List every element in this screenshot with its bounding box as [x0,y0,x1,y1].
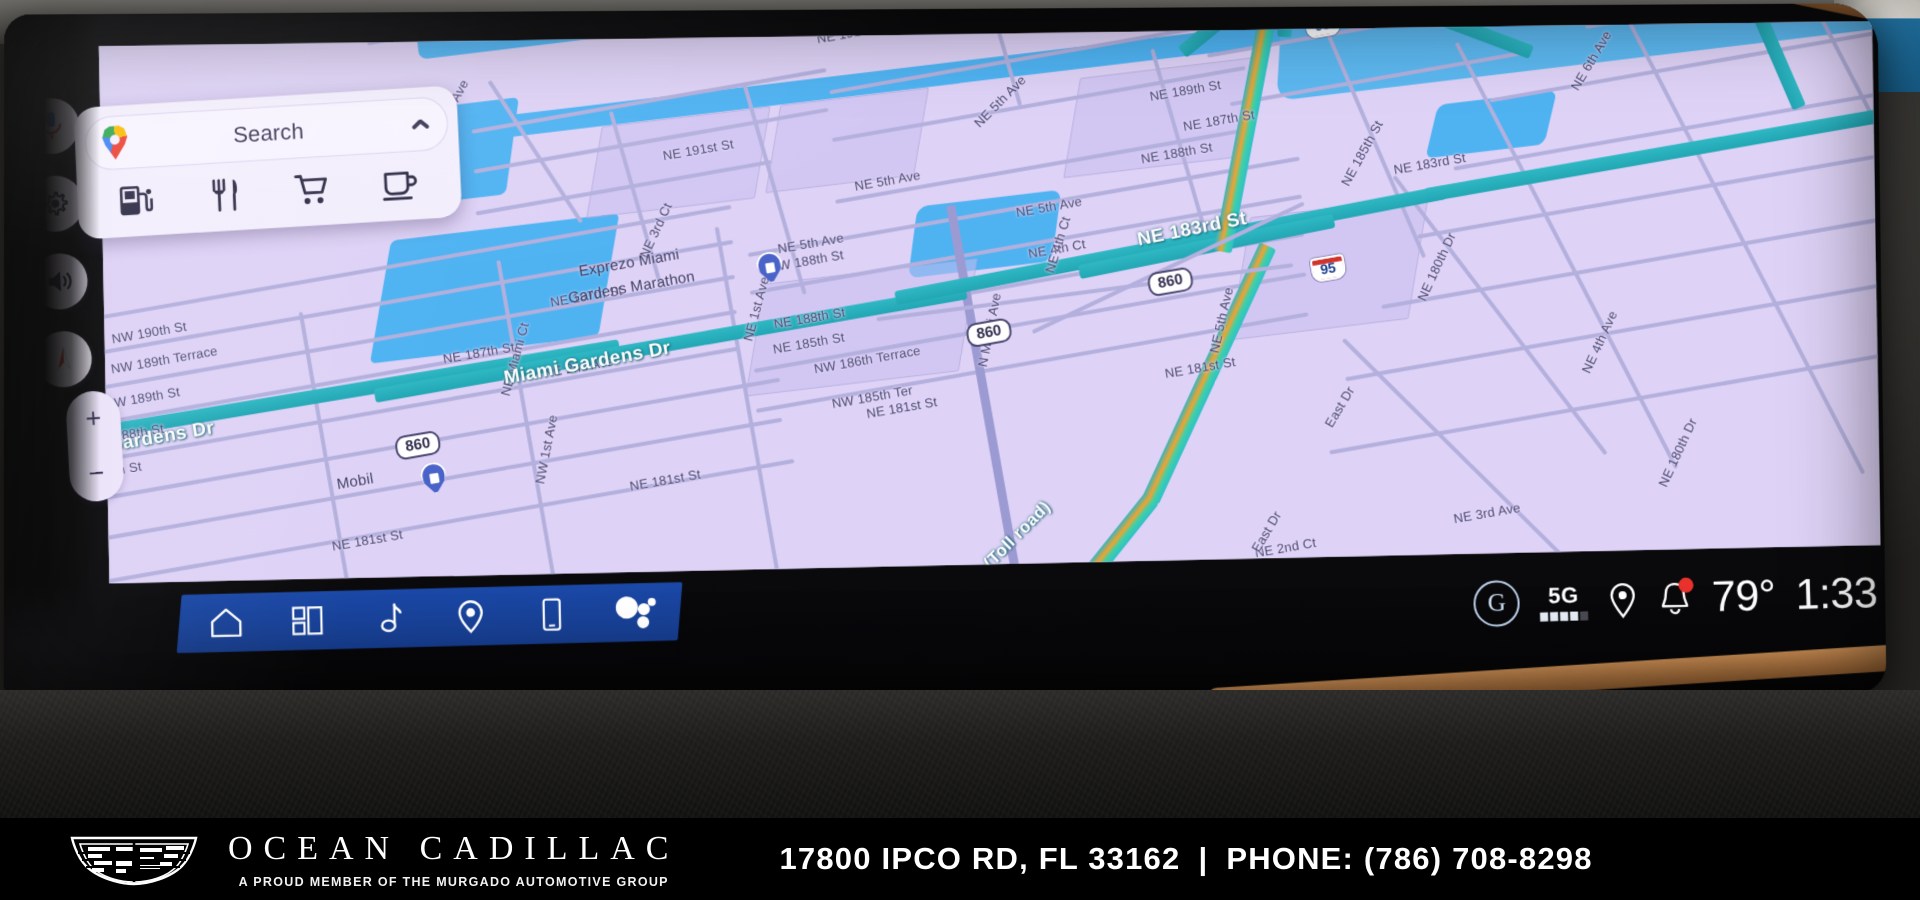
search-placeholder: Search [232,118,305,148]
signal-strength-bars [1539,610,1589,622]
signal-bar [1569,611,1579,621]
map-street-label: NE 180th Dr [1655,415,1700,490]
route-shield-860[interactable]: 860 [394,430,442,462]
gas-poi-pin[interactable] [419,460,450,496]
dealer-name: OCEAN CADILLAC [228,829,680,867]
compass-button[interactable] [34,329,94,389]
navigation-dock[interactable] [176,582,683,654]
google-assistant-icon [615,596,656,629]
location-pin-icon [449,595,492,638]
compass-icon [58,347,71,370]
coffee-cup-icon[interactable] [380,165,422,205]
ambient-indicator [0,600,22,626]
dock-item-apps[interactable] [286,599,329,642]
zoom-out-button[interactable]: − [88,458,105,489]
map-street-label: NE 181st St [628,466,702,494]
status-bar[interactable]: G 5G 79° 1:33 [1472,568,1886,629]
network-indicator: 5G [1539,581,1589,622]
network-type-label: 5G [1547,581,1579,608]
cadillac-crest-icon [68,832,200,886]
infotainment-screen-bezel: NE 194th St NE 191st St NE 191st Terrace… [3,3,1887,705]
gear-icon [44,191,68,216]
map-toll-road-label: I-95 Express (Toll road) [901,497,1055,584]
home-icon [205,601,248,644]
map-street-label: NE 191st St [815,21,889,47]
map-street-label: East Dr [1321,383,1358,430]
map-street-label: NE 191st St [1075,21,1148,30]
guidance-volume-button[interactable] [30,251,89,312]
map-zoom-controls[interactable]: + − [65,389,125,503]
dock-item-navigation[interactable] [449,595,492,638]
dock-item-assistant[interactable] [611,591,656,634]
speaker-icon [48,271,72,292]
chevron-up-icon[interactable] [409,113,432,136]
google-profile-button[interactable]: G [1472,579,1521,627]
street-line [1623,21,1865,474]
dock-item-phone[interactable] [530,593,573,636]
water-body-lake-1 [416,21,627,59]
gas-pump-icon[interactable] [117,181,159,221]
fork-knife-icon[interactable] [204,176,246,216]
dash-leather-texture [0,690,1920,820]
location-pin-icon [1607,580,1638,619]
notification-badge [1677,576,1694,593]
voice-search-button[interactable] [21,96,81,156]
banner-separator: | [1198,841,1209,876]
infotainment-screen: NE 194th St NE 191st St NE 191st Terrace… [3,3,1887,705]
dealer-phone: PHONE: (786) 708-8298 [1226,841,1593,876]
dealer-identity: OCEAN CADILLAC A PROUD MEMBER OF THE MUR… [228,830,679,889]
grid-apps-icon [286,599,329,642]
signal-bar [1539,611,1548,622]
street-line [1393,175,1608,455]
map-street-label: NE 3rd Ave [1452,499,1522,527]
map-street-label: NE 176th St [1515,547,1590,575]
clock: 1:33 [1794,568,1878,620]
shopping-cart-icon[interactable] [292,171,334,211]
dock-item-home[interactable] [205,601,248,644]
map-street-label: NE 181st St [330,526,404,554]
location-status-icon[interactable] [1607,580,1638,619]
notifications-button[interactable] [1657,576,1694,618]
outside-temperature: 79° [1710,571,1777,622]
microphone-icon [40,112,62,140]
zoom-in-button[interactable]: + [85,403,102,434]
music-note-icon [367,597,410,640]
signal-bar-empty [1579,610,1589,621]
signal-bar [1549,611,1559,621]
signal-bar [1559,611,1569,621]
google-maps-pin-icon [101,125,128,160]
dealer-subtitle: A PROUD MEMBER OF THE MURGADO AUTOMOTIVE… [238,874,669,889]
dashboard-photo: NE 194th St NE 191st St NE 191st Terrace… [0,0,1920,900]
shield-number: 95 [1313,21,1332,35]
phone-icon [530,593,573,636]
shield-number: 95 [1319,259,1338,278]
dock-item-media[interactable] [367,597,410,640]
dealer-banner: OCEAN CADILLAC A PROUD MEMBER OF THE MUR… [0,818,1920,900]
dealer-contact: 17800 IPCO RD, FL 33162 | PHONE: (786) 7… [779,841,1592,877]
street-line [1342,338,1572,566]
dealer-address: 17800 IPCO RD, FL 33162 [779,841,1181,876]
search-panel[interactable]: Search [73,85,463,240]
